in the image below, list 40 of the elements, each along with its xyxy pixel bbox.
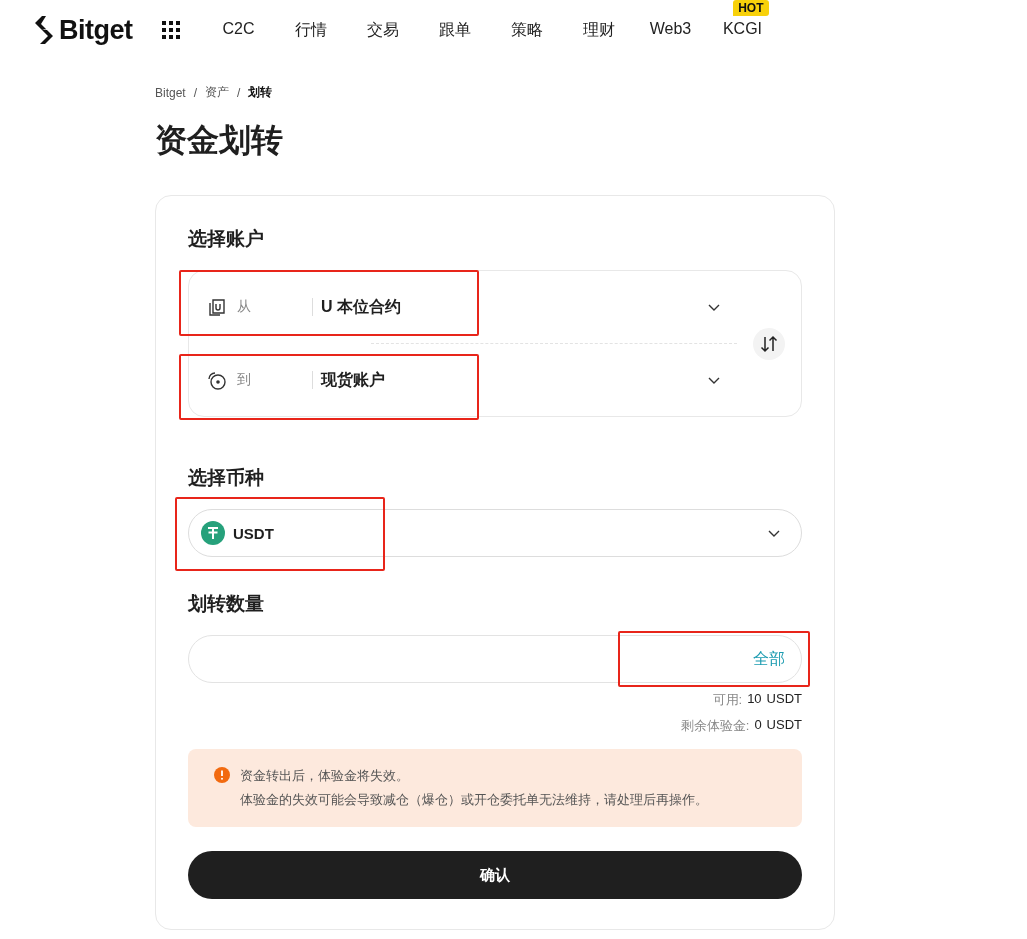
breadcrumb-link[interactable]: Bitget (155, 85, 186, 100)
nav-link[interactable]: 理财 (562, 19, 635, 41)
notice-text: 资金转出后，体验金将失效。 (240, 767, 410, 785)
confirm-button[interactable]: 确认 (188, 851, 802, 899)
balance-unit: USDT (766, 717, 802, 734)
hot-badge: HOT (733, 0, 769, 16)
notice-text: 体验金的失效可能会导致减仓（爆仓）或开仓委托单无法维持，请处理后再操作。 (240, 791, 708, 809)
swap-button[interactable] (753, 327, 785, 360)
section-heading: 选择账户 (188, 227, 265, 251)
nav-link[interactable]: 行情 (274, 19, 347, 41)
coin-icon (201, 521, 225, 545)
nav-link[interactable]: Web3 (634, 19, 707, 38)
breadcrumb-link[interactable]: 资产 (205, 84, 230, 101)
nav-link[interactable]: 交易 (346, 19, 419, 41)
balance-value: 10 (747, 691, 762, 708)
nav-link[interactable]: KCGI (706, 19, 779, 38)
swap-arrows-icon (760, 334, 778, 353)
balance-value: 0 (754, 717, 762, 734)
logo[interactable]: Bitget (33, 14, 133, 46)
breadcrumb-separator: / (193, 85, 198, 100)
coin-name: USDT (233, 524, 275, 542)
warning-icon (214, 767, 230, 783)
account-select[interactable]: 到 现货账户 (189, 344, 737, 416)
grid-menu-icon[interactable] (160, 20, 181, 40)
nav-link[interactable]: 跟单 (418, 19, 491, 41)
balance-label: 可用: (712, 691, 743, 709)
account-label: 从 (237, 298, 252, 316)
breadcrumb-separator: / (237, 85, 241, 100)
balance-label: 剩余体验金: (680, 717, 750, 735)
account-value: 现货账户 (312, 371, 707, 389)
page-title: 资金划转 (155, 121, 284, 160)
breadcrumb-link[interactable]: 划转 (248, 84, 273, 101)
nav-link[interactable]: C2C (202, 19, 275, 38)
nav-link[interactable]: 策略 (490, 19, 563, 41)
account-value: U 本位合约 (312, 298, 707, 316)
account-label: 到 (237, 371, 252, 389)
section-heading: 划转数量 (188, 592, 265, 616)
account-select[interactable]: 从 U 本位合约 (189, 271, 737, 343)
balance-unit: USDT (766, 691, 802, 708)
section-heading: 选择币种 (188, 466, 265, 490)
